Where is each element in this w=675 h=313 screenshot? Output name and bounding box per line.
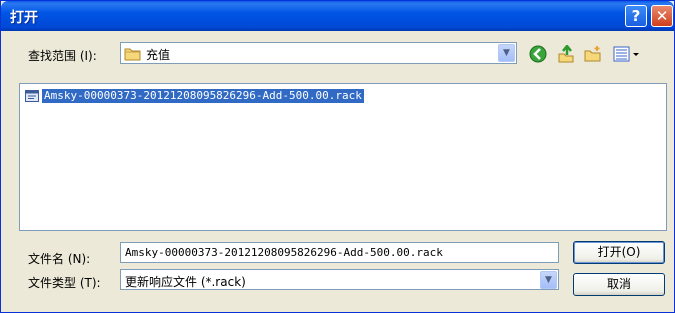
new-folder-icon[interactable] (584, 45, 602, 63)
open-button[interactable]: 打开(O) (573, 241, 665, 264)
close-button[interactable]: ✕ (651, 5, 673, 27)
file-name: Amsky-00000373-20121208095826296-Add-500… (42, 89, 364, 103)
file-type-dropdown[interactable]: 更新响应文件 (*.rack) ▼ (120, 269, 559, 290)
list-item[interactable]: Amsky-00000373-20121208095826296-Add-500… (25, 89, 364, 103)
file-type-label: 文件类型 (T): (28, 276, 101, 290)
views-menu-icon[interactable] (613, 45, 641, 63)
dialog-title: 打开 (10, 10, 38, 26)
folder-icon (124, 48, 141, 61)
file-list[interactable]: Amsky-00000373-20121208095826296-Add-500… (19, 83, 667, 231)
close-icon: ✕ (655, 7, 669, 25)
chevron-down-icon[interactable]: ▼ (540, 271, 557, 289)
open-file-dialog: 打开 ? ✕ 查找范围 (I): 充值 ▼ Amsky-00000373-201… (0, 0, 675, 313)
title-bar[interactable]: 打开 ? ✕ (1, 1, 674, 31)
look-in-dropdown[interactable]: 充值 ▼ (120, 42, 517, 64)
up-folder-icon[interactable] (557, 45, 575, 63)
help-button[interactable]: ? (625, 5, 647, 27)
file-icon (25, 90, 39, 102)
back-arrow-icon[interactable] (529, 45, 547, 63)
look-in-value: 充值 (146, 48, 171, 62)
chevron-down-icon[interactable]: ▼ (498, 44, 515, 62)
look-in-label: 查找范围 (I): (28, 49, 97, 63)
file-type-value: 更新响应文件 (*.rack) (125, 275, 246, 289)
help-icon: ? (631, 7, 641, 25)
cancel-button[interactable]: 取消 (573, 273, 665, 296)
file-name-input[interactable]: Amsky-00000373-20121208095826296-Add-500… (120, 242, 559, 263)
file-name-label: 文件名 (N): (28, 252, 91, 266)
